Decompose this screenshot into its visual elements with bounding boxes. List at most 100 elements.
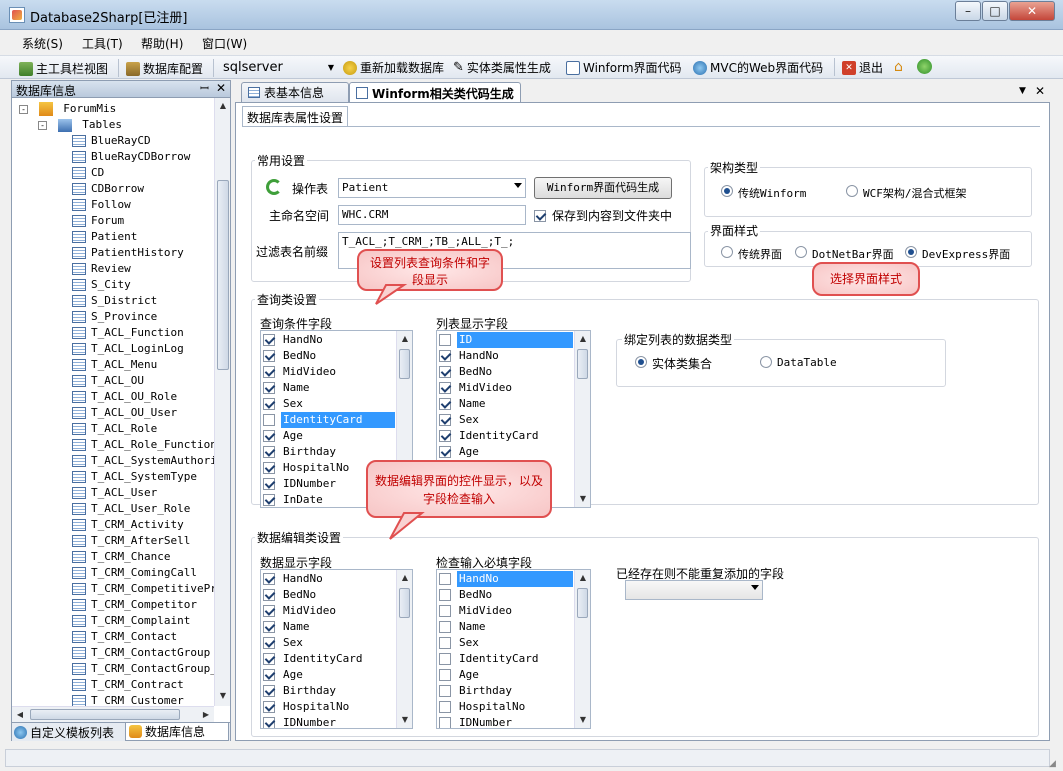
tree-table-item[interactable]: T_CRM_Activity — [72, 517, 184, 533]
checkbox[interactable] — [263, 430, 275, 442]
checkbox[interactable] — [263, 414, 275, 426]
scroll-down-icon[interactable]: ▼ — [575, 712, 590, 728]
checkbox[interactable] — [263, 653, 275, 665]
list-item[interactable]: HandNo — [437, 348, 573, 364]
scroll-thumb[interactable] — [217, 180, 229, 370]
list-item[interactable]: HandNo — [437, 571, 573, 587]
tree-table-item[interactable]: T_ACL_OU_User — [72, 405, 177, 421]
checkbox[interactable] — [439, 637, 451, 649]
tree-table-item[interactable]: T_CRM_Complaint — [72, 613, 190, 629]
main-toolbar-button[interactable]: 主工具栏视图 — [19, 60, 108, 77]
tree-table-item[interactable]: T_CRM_Customer — [72, 693, 184, 706]
list-item[interactable]: Name — [437, 396, 573, 412]
tab-close-icon[interactable]: ✕ — [1035, 84, 1045, 98]
list-item[interactable]: MidVideo — [437, 380, 573, 396]
scroll-left-icon[interactable]: ◀ — [12, 707, 28, 723]
list-item[interactable]: BedNo — [437, 364, 573, 380]
tree-root[interactable]: - ForumMis — [19, 101, 116, 117]
checkbox[interactable] — [263, 398, 275, 410]
tree-table-item[interactable]: T_CRM_Competitor — [72, 597, 197, 613]
checkbox[interactable] — [439, 685, 451, 697]
menu-window[interactable]: 窗口(W) — [202, 35, 247, 52]
menu-system[interactable]: 系统(S) — [22, 35, 63, 52]
table-select[interactable]: Patient — [338, 178, 526, 198]
tree-table-item[interactable]: T_ACL_OU_Role — [72, 389, 177, 405]
style-classic-radio[interactable] — [721, 246, 733, 258]
checkbox[interactable] — [263, 494, 275, 506]
refresh-icon[interactable] — [917, 59, 932, 74]
menu-tools[interactable]: 工具(T) — [82, 35, 123, 52]
tab-list-icon[interactable]: ▼ — [1019, 86, 1026, 96]
tree-table-item[interactable]: T_CRM_Chance — [72, 549, 170, 565]
tree-table-item[interactable]: T_ACL_User_Role — [72, 501, 190, 517]
checkbox[interactable] — [439, 621, 451, 633]
checkbox[interactable] — [439, 589, 451, 601]
list-item[interactable]: Age — [261, 667, 395, 683]
list-item[interactable]: BedNo — [437, 587, 573, 603]
tree-tables-node[interactable]: - Tables — [38, 117, 122, 133]
bind-datatable-radio[interactable] — [760, 356, 772, 368]
checkbox[interactable] — [263, 478, 275, 490]
checkbox[interactable] — [439, 669, 451, 681]
checkbox[interactable] — [439, 653, 451, 665]
tree-table-item[interactable]: T_ACL_Role — [72, 421, 157, 437]
checkbox[interactable] — [439, 414, 451, 426]
list-item[interactable]: MidVideo — [261, 364, 395, 380]
tab-winform-codegen[interactable]: Winform相关类代码生成 — [349, 82, 521, 103]
checkbox[interactable] — [439, 430, 451, 442]
checkbox[interactable] — [439, 382, 451, 394]
checkbox[interactable] — [263, 366, 275, 378]
tree-table-item[interactable]: T_CRM_CompetitivePro — [72, 581, 214, 597]
scroll-up-icon[interactable]: ▲ — [575, 570, 590, 586]
list-item[interactable]: Age — [437, 667, 573, 683]
checkbox[interactable] — [263, 621, 275, 633]
list-item[interactable]: Sex — [437, 412, 573, 428]
list-item[interactable]: HandNo — [261, 332, 395, 348]
checkbox[interactable] — [439, 366, 451, 378]
list-item[interactable]: Sex — [437, 635, 573, 651]
list-scrollbar[interactable]: ▲▼ — [574, 331, 590, 507]
checkbox[interactable] — [439, 398, 451, 410]
tree-table-item[interactable]: Follow — [72, 197, 131, 213]
list-scrollbar[interactable]: ▲▼ — [396, 570, 412, 728]
checkbox[interactable] — [263, 462, 275, 474]
tree-table-item[interactable]: T_ACL_Role_Function — [72, 437, 214, 453]
minimize-button[interactable]: – — [955, 1, 981, 21]
checkbox[interactable] — [534, 209, 546, 222]
list-item[interactable]: Age — [261, 428, 395, 444]
unique-field-select[interactable] — [625, 580, 763, 600]
tree-table-item[interactable]: Patient — [72, 229, 137, 245]
checkbox[interactable] — [263, 669, 275, 681]
tree-table-item[interactable]: T_CRM_Contract — [72, 677, 184, 693]
list-item[interactable]: IDNumber — [437, 715, 573, 728]
scroll-up-icon[interactable]: ▲ — [397, 570, 412, 586]
checkbox[interactable] — [263, 350, 275, 362]
tree-table-item[interactable]: T_ACL_Function — [72, 325, 184, 341]
checkbox[interactable] — [439, 334, 451, 346]
tree-table-item[interactable]: BlueRayCDBorrow — [72, 149, 190, 165]
pin-icon[interactable]: ꟷ — [200, 81, 209, 96]
list-item[interactable]: HospitalNo — [261, 699, 395, 715]
style-dotnetbar-radio[interactable] — [795, 246, 807, 258]
tree-table-item[interactable]: Forum — [72, 213, 124, 229]
tree-table-item[interactable]: T_CRM_ContactGroup_C — [72, 661, 214, 677]
list-item[interactable]: IdentityCard — [261, 412, 395, 428]
scroll-thumb[interactable] — [399, 349, 410, 379]
edit-display-list[interactable]: HandNo BedNo MidVideo Name Sex IdentityCard Ag… — [260, 569, 413, 729]
tree-table-item[interactable]: T_CRM_AfterSell — [72, 533, 190, 549]
checkbox[interactable] — [263, 446, 275, 458]
list-item[interactable]: MidVideo — [437, 603, 573, 619]
tree-table-item[interactable]: S_Province — [72, 309, 157, 325]
tree-table-item[interactable]: BlueRayCD — [72, 133, 151, 149]
tree-table-item[interactable]: T_CRM_ContactGroup — [72, 645, 210, 661]
resize-grip-icon[interactable]: ◢ — [1049, 759, 1056, 769]
home-icon[interactable]: ⌂ — [894, 59, 903, 75]
tree-hscrollbar[interactable]: ◀ ▶ — [12, 706, 214, 722]
bind-entity-radio[interactable] — [635, 356, 647, 368]
generate-winform-button[interactable]: Winform界面代码生成 — [534, 177, 672, 199]
refresh-icon[interactable] — [266, 179, 282, 195]
list-item[interactable]: Name — [437, 619, 573, 635]
tab-table-properties[interactable]: 数据库表属性设置 — [242, 106, 349, 126]
tree-table-item[interactable]: S_City — [72, 277, 131, 293]
list-item[interactable]: BedNo — [261, 348, 395, 364]
